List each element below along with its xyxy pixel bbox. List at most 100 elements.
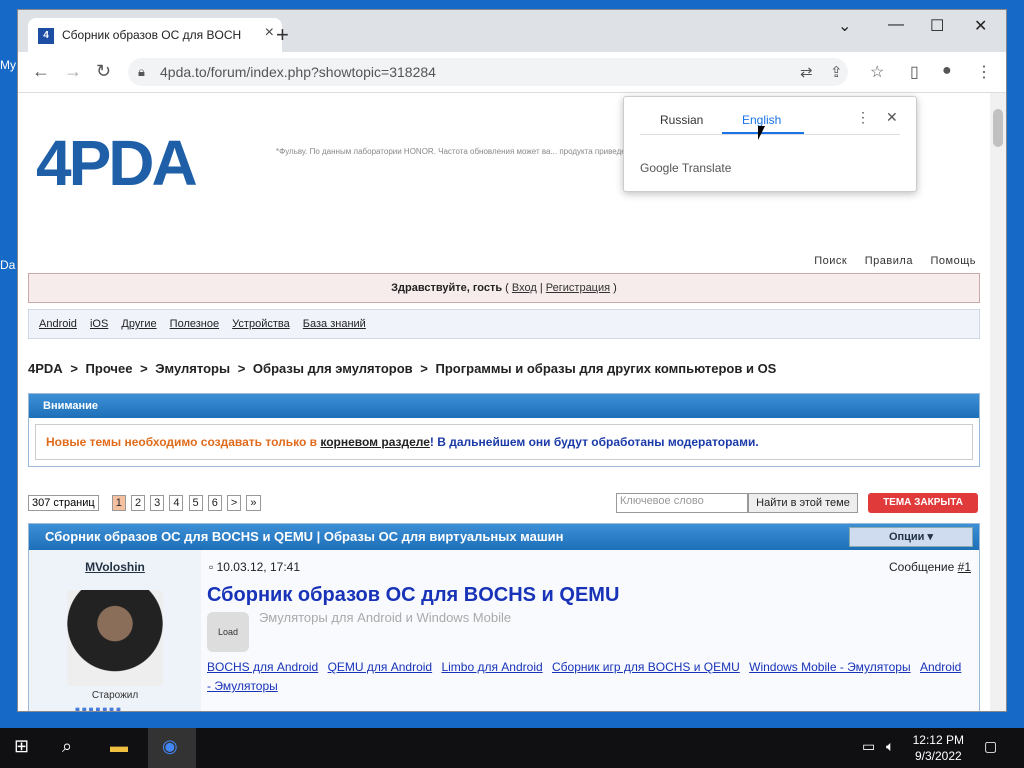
pagination: 307 страниц 1 2 3 4 5 6 > » xyxy=(28,495,263,511)
lang-tab-english[interactable]: English xyxy=(742,113,781,127)
minimize-icon[interactable]: — xyxy=(888,16,904,34)
post-number-link[interactable]: #1 xyxy=(958,560,971,574)
greeting-text: Здравствуйте, гость xyxy=(391,282,503,294)
site-favicon-icon: 4 xyxy=(38,28,54,44)
address-bar[interactable]: 🔒︎ 4pda.to/forum/index.php?showtopic=318… xyxy=(128,58,848,86)
translate-close-icon[interactable]: ✕ xyxy=(886,109,898,126)
bookmark-star-icon[interactable]: ☆ xyxy=(870,62,884,82)
post-link[interactable]: Сборник игр для BOCHS и QEMU xyxy=(552,660,740,674)
post-number: Сообщение #1 xyxy=(888,560,971,574)
new-tab-icon[interactable]: + xyxy=(276,22,289,48)
clock-time: 12:12 PM xyxy=(912,733,964,747)
load-icon: Load xyxy=(207,612,249,652)
category-ios[interactable]: iOS xyxy=(90,318,108,330)
post-body: ▫ 10.03.12, 17:41 Сообщение #1 Сборник о… xyxy=(201,550,979,711)
tab-close-icon[interactable]: × xyxy=(265,24,274,42)
topic-post: Сборник образов ОС для BOCHS и QEMU | Об… xyxy=(28,523,980,711)
breadcrumb-item[interactable]: Образы для эмуляторов xyxy=(253,361,413,376)
clock[interactable]: 12:12 PM 9/3/2022 xyxy=(913,732,964,764)
post-link[interactable]: BOCHS для Android xyxy=(207,660,318,674)
notification-icon[interactable]: ▢ xyxy=(984,738,997,755)
category-devices[interactable]: Устройства xyxy=(232,318,290,330)
scrollbar-thumb[interactable] xyxy=(993,109,1003,147)
attention-box: Внимание Новые темы необходимо создавать… xyxy=(28,393,980,467)
browser-toolbar: ← → ↻ 🔒︎ 4pda.to/forum/index.php?showtop… xyxy=(18,52,1006,93)
pages-select[interactable]: 307 страниц xyxy=(28,495,99,511)
category-android[interactable]: Android xyxy=(39,318,77,330)
reload-icon[interactable]: ↻ xyxy=(96,61,111,82)
translate-icon[interactable]: ⇄ xyxy=(800,63,813,81)
start-icon[interactable]: ⊞ xyxy=(14,736,29,757)
page-4[interactable]: 4 xyxy=(169,495,184,511)
root-section-link[interactable]: корневом разделе xyxy=(320,435,430,449)
page-5[interactable]: 5 xyxy=(188,495,203,511)
page-1[interactable]: 1 xyxy=(111,495,126,511)
search-link[interactable]: Поиск xyxy=(814,255,847,267)
tab-title: Сборник образов ОС для BOCH xyxy=(62,28,242,42)
post-link[interactable]: Limbo для Android xyxy=(441,660,542,674)
register-link[interactable]: Регистрация xyxy=(546,282,610,294)
reputation-dots: ■■■■■■■ xyxy=(75,705,123,711)
author-name[interactable]: MVoloshin xyxy=(29,560,201,574)
search-in-topic-button[interactable]: Найти в этой теме xyxy=(748,493,858,513)
category-useful[interactable]: Полезное xyxy=(170,318,219,330)
desktop-icon-label[interactable]: Da xyxy=(0,258,15,272)
url-text[interactable]: 4pda.to/forum/index.php?showtopic=318284 xyxy=(160,64,436,80)
taskbar: ⊞ ⌕ ▬ ◉ ▭ 🔈︎ 12:12 PM 9/3/2022 ▢ xyxy=(0,728,1024,768)
author-rank: Старожил xyxy=(91,690,139,701)
greeting-bar: Здравствуйте, гость ( Вход | Регистрация… xyxy=(28,273,980,303)
help-link[interactable]: Помощь xyxy=(931,255,977,267)
post-title: Сборник образов ОС для BOCHS и QEMU xyxy=(207,584,620,606)
keyword-input[interactable]: Ключевое слово xyxy=(616,493,748,513)
tab-search-icon[interactable]: ⌄ xyxy=(838,16,851,36)
translate-menu-icon[interactable]: ⋮ xyxy=(856,109,870,126)
side-panel-icon[interactable]: ▯ xyxy=(910,62,919,82)
post-link[interactable]: QEMU для Android xyxy=(328,660,433,674)
clock-date: 9/3/2022 xyxy=(914,749,962,763)
breadcrumb: 4PDA > Прочее > Эмуляторы > Образы для э… xyxy=(28,361,777,376)
category-other[interactable]: Другие xyxy=(121,318,156,330)
page-last[interactable]: » xyxy=(246,495,261,511)
breadcrumb-item[interactable]: Программы и образы для других компьютеро… xyxy=(436,361,777,376)
attention-body: Новые темы необходимо создавать только в… xyxy=(35,424,973,460)
options-button[interactable]: Опции ▾ xyxy=(849,527,973,547)
profile-icon[interactable]: ● xyxy=(942,62,952,80)
login-link[interactable]: Вход xyxy=(512,282,537,294)
page-2[interactable]: 2 xyxy=(130,495,146,511)
author-panel: MVoloshin Старожил ■■■■■■■ xyxy=(29,550,201,711)
page-6[interactable]: 6 xyxy=(207,495,222,511)
lang-tab-russian[interactable]: Russian xyxy=(660,113,703,127)
post-link[interactable]: Windows Mobile - Эмуляторы xyxy=(749,660,910,674)
browser-window: 4 Сборник образов ОС для BOCH × + ⌄ — ☐ … xyxy=(18,10,1006,711)
site-logo[interactable]: 4PDA xyxy=(36,131,236,195)
avatar xyxy=(67,590,163,686)
post-date: ▫ 10.03.12, 17:41 xyxy=(209,560,301,574)
back-icon[interactable]: ← xyxy=(32,61,50,82)
network-icon[interactable]: ▭ xyxy=(862,738,875,755)
post-links: BOCHS для Android QEMU для Android Limbo… xyxy=(207,658,967,696)
close-window-icon[interactable]: ✕ xyxy=(974,16,987,36)
page-3[interactable]: 3 xyxy=(150,495,165,511)
breadcrumb-item[interactable]: Прочее xyxy=(86,361,133,376)
breadcrumb-item[interactable]: 4PDA xyxy=(28,361,63,376)
search-icon[interactable]: ⌕ xyxy=(62,736,72,757)
volume-icon[interactable]: 🔈︎ xyxy=(886,738,894,755)
title-bar: 4 Сборник образов ОС для BOCH × + ⌄ — ☐ … xyxy=(18,10,1006,52)
forward-icon[interactable]: → xyxy=(64,61,82,82)
lock-icon[interactable]: 🔒︎ xyxy=(138,64,145,80)
top-links: Поиск Правила Помощь xyxy=(800,255,976,267)
category-bar: Android iOS Другие Полезное Устройства Б… xyxy=(28,309,980,339)
breadcrumb-item[interactable]: Эмуляторы xyxy=(155,361,230,376)
maximize-icon[interactable]: ☐ xyxy=(930,16,944,36)
rules-link[interactable]: Правила xyxy=(865,255,913,267)
scrollbar[interactable] xyxy=(990,93,1006,711)
share-icon[interactable]: ⇪ xyxy=(830,63,843,81)
category-knowledge-base[interactable]: База знаний xyxy=(303,318,366,330)
chrome-icon[interactable]: ◉ xyxy=(162,736,178,757)
desktop-icon-label[interactable]: My xyxy=(0,58,16,72)
page-next[interactable]: > xyxy=(226,495,242,511)
menu-kebab-icon[interactable]: ⋮ xyxy=(976,62,992,82)
file-explorer-icon[interactable]: ▬ xyxy=(110,736,128,757)
topic-closed-badge: ТЕМА ЗАКРЫТА xyxy=(868,493,978,513)
browser-tab[interactable]: 4 Сборник образов ОС для BOCH × xyxy=(28,18,282,52)
